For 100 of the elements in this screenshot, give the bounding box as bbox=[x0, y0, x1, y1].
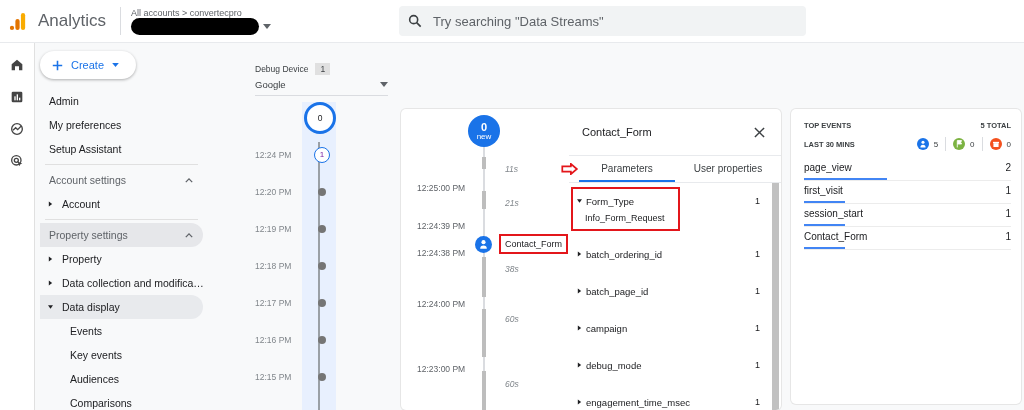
second-time: 12:24:00 PM bbox=[417, 299, 466, 309]
sidebar-item[interactable]: Data display bbox=[40, 295, 203, 319]
timeline-dot[interactable] bbox=[318, 298, 326, 307]
parameter-count: 1 bbox=[755, 396, 761, 409]
chevron-icon bbox=[185, 177, 193, 183]
sidebar-link[interactable]: My preferences bbox=[40, 113, 203, 137]
triangle-icon[interactable] bbox=[577, 288, 582, 294]
minute-time: 12:17 PM bbox=[255, 297, 293, 308]
triangle-icon bbox=[48, 280, 53, 286]
parameter-name[interactable]: Form_Type bbox=[586, 195, 635, 207]
sidebar-item[interactable]: Property bbox=[40, 247, 203, 271]
parameter-value: Info_Form_Request bbox=[584, 213, 666, 225]
triangle-icon[interactable] bbox=[577, 325, 582, 331]
chevron-icon bbox=[185, 232, 193, 238]
timeline-bar bbox=[482, 157, 486, 169]
parameter-count: 1 bbox=[755, 322, 761, 335]
parameter-name[interactable]: batch_ordering_id bbox=[586, 248, 663, 260]
timeline-dot[interactable] bbox=[318, 372, 326, 381]
event-name[interactable]: page_view bbox=[804, 162, 852, 173]
triangle-icon[interactable] bbox=[577, 399, 582, 405]
gap-duration: 21s bbox=[505, 198, 519, 208]
sidebar-subitem[interactable]: Audiences bbox=[40, 367, 203, 391]
parameter-name[interactable]: batch_page_id bbox=[586, 285, 649, 297]
timeline-dot[interactable] bbox=[318, 187, 326, 196]
search-icon bbox=[407, 13, 424, 29]
event-count: 1 bbox=[1005, 208, 1011, 219]
timeline-dot[interactable] bbox=[318, 224, 326, 233]
caret-icon bbox=[380, 82, 388, 87]
minute-time: 12:19 PM bbox=[255, 223, 293, 234]
second-time: 12:24:39 PM bbox=[417, 221, 466, 231]
triangle-icon[interactable] bbox=[577, 251, 582, 257]
timeline-bar bbox=[482, 257, 486, 297]
new-events-badge[interactable]: 0 new bbox=[468, 115, 500, 147]
search-field[interactable]: Try searching "Data Streams" bbox=[399, 6, 807, 36]
sidebar-subitem[interactable]: Key events bbox=[40, 343, 203, 367]
triangle-icon[interactable] bbox=[577, 198, 582, 204]
event-name[interactable]: Contact_Form bbox=[499, 234, 569, 254]
minute-time: 12:20 PM bbox=[255, 186, 293, 197]
counter-value: 0 bbox=[1006, 139, 1011, 149]
timeline-dot[interactable] bbox=[318, 335, 326, 344]
second-time: 12:23:00 PM bbox=[417, 364, 466, 374]
close-icon[interactable] bbox=[754, 126, 765, 138]
debug-device-label: Debug Device bbox=[255, 64, 309, 74]
gap-duration: 11s bbox=[505, 164, 519, 174]
create-button[interactable]: Create bbox=[40, 51, 136, 79]
parameter-name[interactable]: debug_mode bbox=[586, 359, 642, 371]
app-name: Analytics bbox=[38, 11, 107, 31]
triangle-icon[interactable] bbox=[577, 362, 582, 368]
breadcrumb[interactable]: All accounts > convertecpro bbox=[131, 7, 282, 18]
plus-icon bbox=[52, 59, 63, 71]
minute-time: 12:18 PM bbox=[255, 260, 293, 271]
event-title: Contact_Form bbox=[582, 126, 652, 138]
device-dropdown[interactable]: Google bbox=[255, 75, 388, 96]
timeline-bar bbox=[482, 191, 486, 209]
gap-duration: 38s bbox=[505, 264, 519, 274]
timeline-bar bbox=[482, 371, 486, 410]
sidebar-subitem[interactable]: Events bbox=[40, 319, 203, 343]
triangle-icon bbox=[48, 201, 53, 207]
event-name[interactable]: Contact_Form bbox=[804, 231, 868, 242]
scrollbar[interactable] bbox=[772, 183, 779, 410]
minute-time: 12:15 PM bbox=[255, 371, 293, 382]
second-time: 12:24:38 PM bbox=[417, 248, 466, 258]
section-header[interactable]: Account settings bbox=[40, 168, 203, 192]
timeline-bar bbox=[482, 309, 486, 357]
analytics-logo-icon bbox=[9, 11, 26, 31]
minute-time: 12:24 PM bbox=[255, 149, 293, 160]
caret-icon bbox=[112, 63, 120, 67]
caret-icon[interactable] bbox=[263, 23, 272, 29]
bar-chart-icon[interactable] bbox=[9, 89, 25, 105]
counter-value: 0 bbox=[970, 139, 975, 149]
user-event-icon[interactable] bbox=[475, 236, 492, 253]
triangle-icon bbox=[48, 304, 53, 310]
section-header[interactable]: Property settings bbox=[40, 223, 203, 247]
triangle-icon bbox=[48, 256, 53, 262]
timeline-dot[interactable] bbox=[318, 261, 326, 270]
parameter-count: 1 bbox=[755, 195, 761, 208]
tab[interactable]: User properties bbox=[675, 156, 781, 182]
gap-duration: 60s bbox=[505, 314, 519, 324]
sidebar-link[interactable]: Setup Assistant bbox=[40, 137, 203, 161]
event-count: 1 bbox=[1005, 185, 1011, 196]
gap-duration: 60s bbox=[505, 379, 519, 389]
trend-icon[interactable] bbox=[9, 121, 25, 137]
sidebar-item[interactable]: Account bbox=[40, 192, 203, 216]
annotation-arrow-icon bbox=[561, 163, 579, 175]
parameter-count: 1 bbox=[755, 359, 761, 372]
parameter-count: 1 bbox=[755, 248, 761, 261]
device-count: 1 bbox=[315, 63, 331, 75]
cursor-target-icon[interactable] bbox=[9, 153, 25, 169]
home-icon[interactable] bbox=[9, 57, 25, 73]
sidebar-item[interactable]: Data collection and modifica… bbox=[40, 271, 203, 295]
tab[interactable]: Parameters bbox=[579, 156, 675, 182]
parameter-name[interactable]: campaign bbox=[586, 322, 628, 334]
minute-time: 12:16 PM bbox=[255, 334, 293, 345]
parameter-name[interactable]: engagement_time_msec bbox=[586, 396, 691, 408]
counter-value: 5 bbox=[933, 139, 939, 149]
event-name[interactable]: session_start bbox=[804, 208, 863, 219]
event-name[interactable]: first_visit bbox=[804, 185, 843, 196]
sidebar-link[interactable]: Admin bbox=[40, 89, 203, 113]
sidebar-subitem[interactable]: Comparisons bbox=[40, 391, 203, 410]
parameter-count: 1 bbox=[755, 285, 761, 298]
